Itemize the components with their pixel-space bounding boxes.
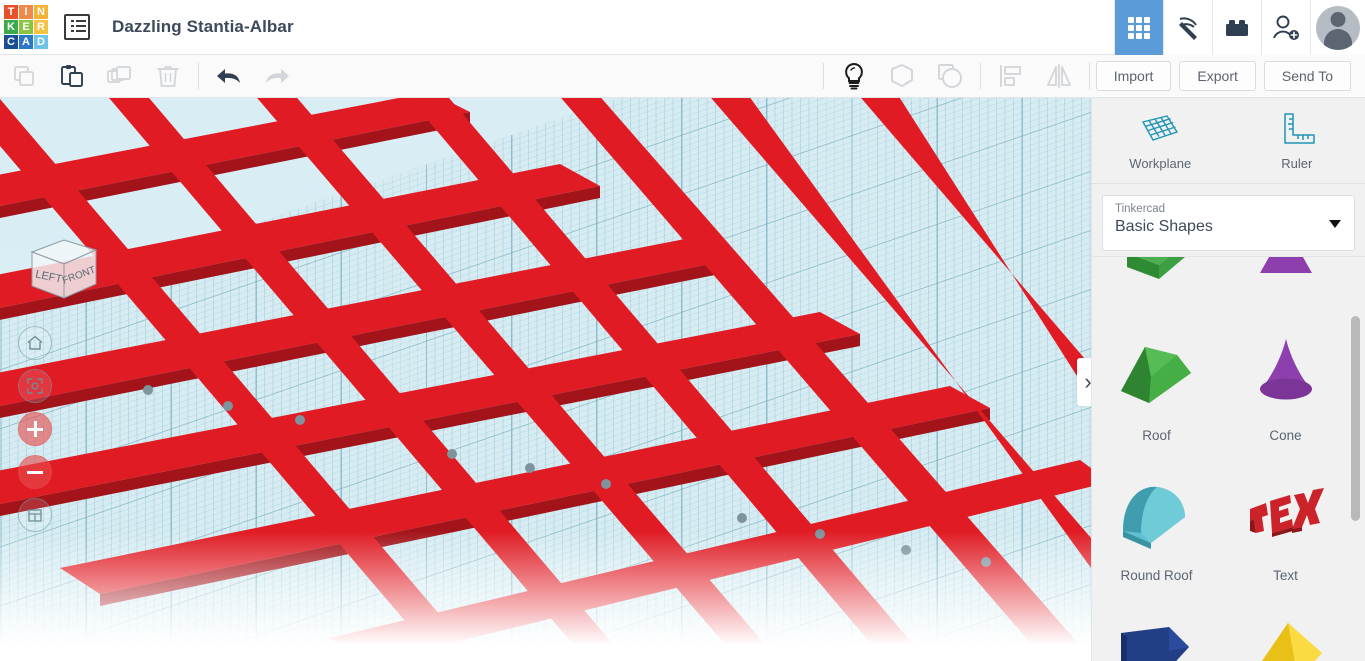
shape-round-roof-label: Round Roof <box>1120 568 1193 583</box>
tinkercad-logo[interactable]: TIN KER CAD <box>2 3 50 51</box>
logo-tile-d: D <box>34 35 48 49</box>
logo-tile-c: C <box>4 35 18 49</box>
toolbar-divider <box>198 63 199 89</box>
ruler-tool-label: Ruler <box>1281 156 1313 171</box>
workplane-tool-label: Workplane <box>1129 156 1192 171</box>
toolbar-divider-3 <box>979 63 981 89</box>
redo-arrow-icon[interactable] <box>253 55 301 98</box>
logo-tile-t: T <box>4 5 18 19</box>
pickaxe-icon[interactable] <box>1163 0 1212 55</box>
shape-box[interactable] <box>1092 257 1221 309</box>
ruler-tool[interactable]: Ruler <box>1229 98 1365 183</box>
logo-tile-n: N <box>34 5 48 19</box>
tinkercad-editor: TIN KER CAD Dazzling Stantia-Albar Import … <box>0 0 1365 661</box>
shape-text[interactable]: Text <box>1221 449 1350 589</box>
logo-tile-r: R <box>34 20 48 34</box>
ruler-icon <box>1284 113 1315 144</box>
shape-pyramid[interactable]: Pyramid <box>1221 589 1350 661</box>
panel-tool-row: Workplane Ruler <box>1092 98 1365 184</box>
library-owner-label: Tinkercad <box>1115 203 1166 215</box>
ungroup-shapes-icon[interactable] <box>926 55 974 98</box>
shape-roof[interactable]: Roof <box>1092 309 1221 449</box>
avatar[interactable] <box>1310 0 1365 55</box>
chevron-down-icon <box>1329 220 1341 228</box>
logo-tile-i: I <box>19 5 33 19</box>
logo-tile-a: A <box>19 35 33 49</box>
shape-cone-label: Cone <box>1269 428 1302 443</box>
grid-view-icon[interactable] <box>1114 0 1163 55</box>
logo-tile-e: E <box>19 20 33 34</box>
plus-icon[interactable] <box>18 412 52 446</box>
group-shapes-icon[interactable] <box>878 55 926 98</box>
paste-button[interactable] <box>48 55 96 98</box>
shapes-scroll-area[interactable]: Roof Cone Round Roof Text <box>1092 256 1365 661</box>
viewport-nav-controls <box>18 326 54 541</box>
add-user-icon[interactable] <box>1261 0 1310 55</box>
mirror-flip-icon[interactable] <box>1035 55 1083 98</box>
logo-tile-k: K <box>4 20 18 34</box>
minus-icon[interactable] <box>18 455 52 489</box>
send-to-button[interactable]: Send To <box>1263 61 1351 91</box>
workplane-icon <box>1142 115 1179 141</box>
view-cube[interactable]: LEFT FRONT <box>12 216 112 316</box>
shapes-panel: Workplane Ruler Tinkercad Basic Shapes R… <box>1091 98 1365 661</box>
box-view-icon[interactable] <box>18 498 52 532</box>
lattice-model-3d[interactable] <box>0 98 1091 661</box>
top-header-bar: TIN KER CAD Dazzling Stantia-Albar <box>0 0 1365 55</box>
export-button[interactable]: Export <box>1179 61 1256 91</box>
shape-cone[interactable]: Cone <box>1221 309 1350 449</box>
shape-library-dropdown[interactable]: Tinkercad Basic Shapes <box>1102 195 1355 251</box>
3d-viewport[interactable]: LEFT FRONT <box>0 98 1091 661</box>
shape-wedge[interactable]: Wedge <box>1092 589 1221 661</box>
header-actions <box>1114 0 1365 55</box>
duplicate-button[interactable] <box>96 55 144 98</box>
toolbar-divider-4 <box>1088 63 1090 89</box>
page-title: Dazzling Stantia-Albar <box>112 17 294 36</box>
home-icon[interactable] <box>18 326 52 360</box>
lego-brick-icon[interactable] <box>1212 0 1261 55</box>
list-menu-icon[interactable] <box>64 14 90 40</box>
workplane-tool[interactable]: Workplane <box>1092 98 1229 183</box>
shape-round-roof[interactable]: Round Roof <box>1092 449 1221 589</box>
toolbar-divider-2 <box>822 63 824 89</box>
lightbulb-icon[interactable] <box>830 55 878 98</box>
edit-toolbar: Import Export Send To <box>0 55 1365 98</box>
align-icon[interactable] <box>987 55 1035 98</box>
trash-icon[interactable] <box>144 55 192 98</box>
shape-roof-label: Roof <box>1142 428 1171 443</box>
shapes-scrollbar[interactable] <box>1351 316 1360 521</box>
shape-cylinder[interactable] <box>1221 257 1350 309</box>
fit-view-icon[interactable] <box>18 369 52 403</box>
copy-button[interactable] <box>0 55 48 98</box>
shape-text-label: Text <box>1273 568 1298 583</box>
undo-arrow-icon[interactable] <box>205 55 253 98</box>
library-name-value: Basic Shapes <box>1115 218 1213 235</box>
import-button[interactable]: Import <box>1095 61 1172 91</box>
